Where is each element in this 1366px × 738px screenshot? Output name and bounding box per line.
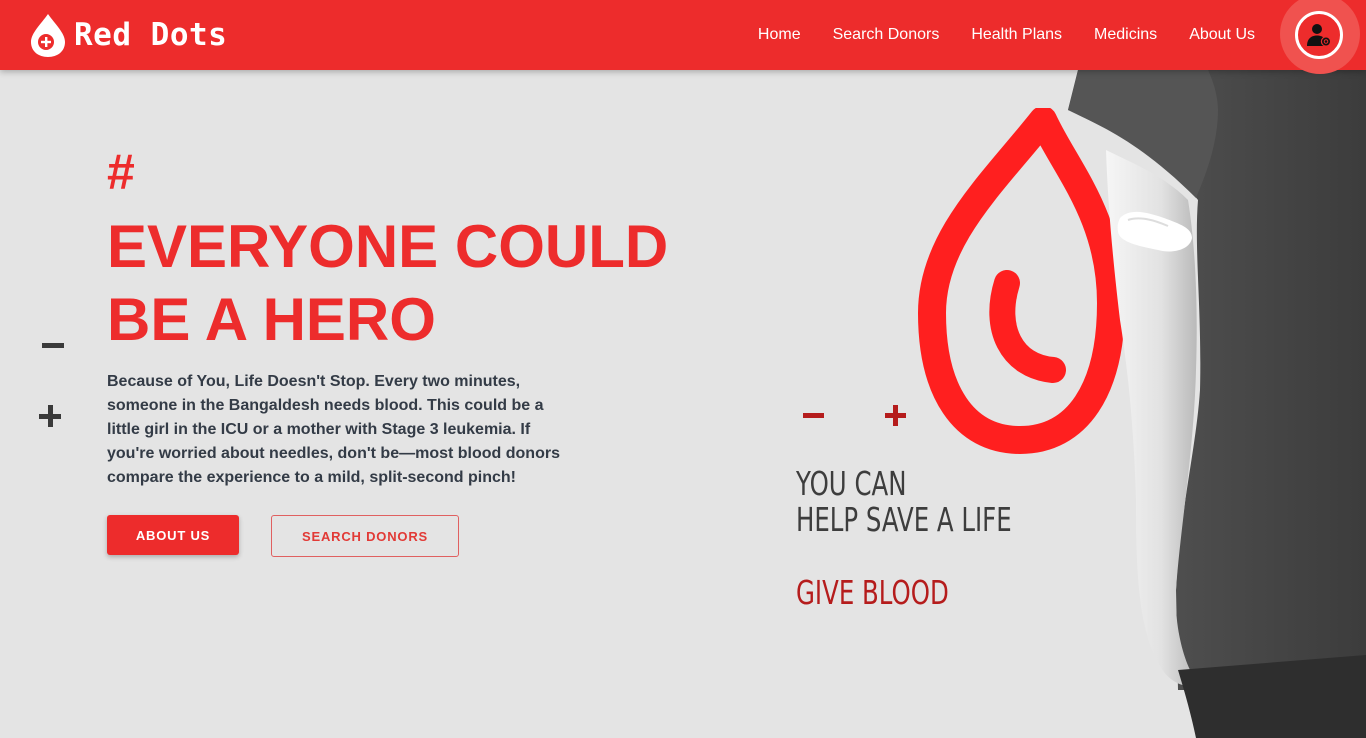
main-nav: Home Search Donors Health Plans Medicins… <box>726 0 1255 70</box>
blood-drop-plus-icon <box>31 14 65 57</box>
hero-title-line-1: EVERYONE COULD <box>107 213 669 280</box>
hero-hash: # <box>107 144 135 200</box>
brand-logo[interactable]: Red Dots <box>28 12 227 58</box>
brand-name: Red Dots <box>74 17 228 53</box>
account-button[interactable] <box>1295 11 1343 59</box>
search-donors-button[interactable]: SEARCH DONORS <box>271 515 459 557</box>
hero-title: EVERYONE COULD BE A HERO <box>107 210 727 356</box>
minus-decor-red <box>803 413 824 418</box>
nav-home[interactable]: Home <box>758 26 801 44</box>
hero-title-line-2: BE A HERO <box>107 286 436 353</box>
minus-decor <box>42 343 64 348</box>
nav-health-plans[interactable]: Health Plans <box>971 26 1062 44</box>
top-navbar: Red Dots Home Search Donors Health Plans… <box>0 0 1366 74</box>
plus-decor <box>39 405 61 427</box>
tagline: YOU CAN HELP SAVE A LIFE <box>796 466 1012 538</box>
plus-decor-red <box>885 405 906 426</box>
about-us-button[interactable]: ABOUT US <box>107 515 239 555</box>
user-account-icon <box>1307 24 1332 47</box>
give-blood-label: GIVE BLOOD <box>796 573 949 612</box>
account-menu <box>1280 0 1366 74</box>
nav-about-us[interactable]: About Us <box>1189 26 1255 44</box>
nav-search-donors[interactable]: Search Donors <box>833 26 940 44</box>
tagline-line-2: HELP SAVE A LIFE <box>796 500 1012 539</box>
nav-medicins[interactable]: Medicins <box>1094 26 1157 44</box>
donor-person-image <box>1068 70 1366 738</box>
hero-description: Because of You, Life Doesn't Stop. Every… <box>107 373 560 486</box>
tagline-line-1: YOU CAN <box>796 464 907 503</box>
